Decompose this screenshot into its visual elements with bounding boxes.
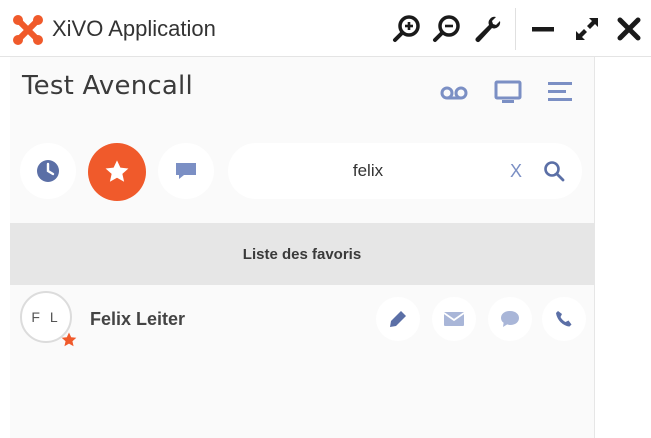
titlebar-separator <box>515 8 516 50</box>
chat-icon <box>176 163 196 179</box>
close-icon[interactable] <box>614 14 644 44</box>
zoom-out-icon[interactable] <box>432 14 462 44</box>
main-panel: Test Avencall X <box>10 57 594 438</box>
right-gutter <box>594 57 651 438</box>
email-contact-button[interactable] <box>432 297 476 341</box>
edit-contact-button[interactable] <box>376 297 420 341</box>
search-icon[interactable] <box>542 159 566 183</box>
app-title: XiVO Application <box>52 16 216 41</box>
favorite-star-icon <box>61 332 77 347</box>
zoom-in-icon[interactable] <box>392 14 422 44</box>
contact-row[interactable]: F L Felix Leiter <box>10 285 594 353</box>
history-clock-icon <box>37 160 59 182</box>
clear-search-button[interactable]: X <box>504 157 528 185</box>
phone-icon <box>556 311 572 327</box>
monitor-icon[interactable] <box>492 75 524 107</box>
favorites-button[interactable] <box>88 143 146 201</box>
chat-contact-button[interactable] <box>488 297 532 341</box>
email-icon <box>443 312 465 326</box>
favorites-list-header: Liste des favoris <box>10 223 594 285</box>
search-box: X <box>228 143 582 199</box>
wrench-icon[interactable] <box>472 14 502 44</box>
contact-name: Felix Leiter <box>90 309 186 329</box>
voicemail-icon[interactable] <box>438 75 470 107</box>
minimize-icon[interactable] <box>528 14 558 44</box>
search-input[interactable] <box>248 157 488 185</box>
edit-icon <box>390 311 406 327</box>
xivo-logo-icon <box>13 15 43 45</box>
call-contact-button[interactable] <box>542 297 586 341</box>
favorites-star-icon <box>105 160 129 182</box>
chat-button[interactable] <box>158 143 214 199</box>
chat-icon <box>501 311 519 327</box>
history-button[interactable] <box>20 143 76 199</box>
window-titlebar: XiVO Application <box>0 0 651 57</box>
user-name: Test Avencall <box>22 71 193 101</box>
maximize-icon[interactable] <box>572 14 602 44</box>
menu-icon[interactable] <box>544 75 576 107</box>
